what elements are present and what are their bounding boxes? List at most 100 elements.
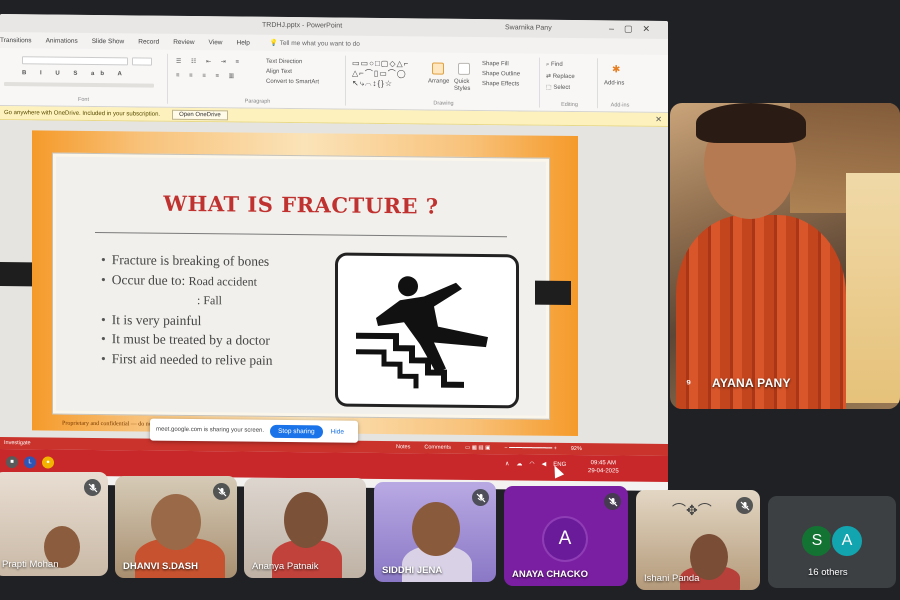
screen-share-banner: meet.google.com is sharing your screen. … [150, 418, 358, 443]
view-buttons[interactable]: ▭ ▦ ▤ ▣ [465, 445, 490, 451]
participant-face [412, 502, 460, 556]
font-name-box[interactable] [22, 56, 128, 66]
participant-tile[interactable]: DHANVI S.DASH [115, 476, 237, 578]
shared-screen[interactable]: TRDHJ.pptx - PowerPoint Swarnika Pany –▢… [0, 14, 668, 491]
featured-participant-tile[interactable]: ⁹ AYANA PANY [670, 103, 900, 409]
shape-fill[interactable]: Shape Fill [482, 61, 509, 67]
taskbar-clock[interactable]: 09:45 AM 29-04-2025 [588, 459, 619, 475]
shape-effects[interactable]: Shape Effects [482, 81, 519, 87]
participant-tile[interactable]: A ANAYA CHACKO [504, 486, 628, 586]
participant-name: DHANVI S.DASH [123, 561, 198, 572]
mic-off-icon [472, 489, 489, 506]
bullet-text: Occur due to: [111, 271, 186, 288]
status-left: Investigate [4, 440, 31, 447]
hide-banner-button[interactable]: Hide [331, 428, 344, 435]
taskbar-app-icon[interactable]: L [24, 456, 36, 469]
participant-face [151, 494, 201, 550]
convert-smartart[interactable]: Convert to SmartArt [266, 79, 319, 86]
slide-handle-right [535, 280, 571, 305]
falling-on-stairs-icon [335, 252, 519, 409]
chrome-icon[interactable]: ● [42, 456, 54, 469]
quick-styles-icon[interactable] [458, 62, 470, 75]
mic-off-icon [604, 493, 621, 510]
tab-review[interactable]: Review [173, 38, 194, 45]
shape-outline[interactable]: Shape Outline [482, 71, 520, 77]
participant-name: AYANA PANY [712, 376, 791, 390]
participant-tile[interactable]: Ananya Patnaik [244, 478, 366, 578]
background-window [846, 173, 900, 403]
bullet-item: It must be treated by a doctor [101, 329, 273, 350]
cloud-icon[interactable]: ☁ [516, 460, 522, 467]
paragraph-group: ☰ ☷ ⇤ ⇥ ≡ ≡ ≡ ≡ ≡ ▥ Text Direction Align… [170, 53, 346, 106]
tell-me-label: Tell me what you want to do [279, 39, 360, 48]
font-size-box[interactable] [132, 57, 152, 66]
replace-button[interactable]: ⇄ Replace [546, 73, 575, 80]
slide-canvas: WHAT IS FRACTURE ? Fracture is breaking … [0, 120, 668, 449]
shapes-gallery[interactable]: ▭▭○□▢◇△⌐ △⌐⌒▯▭⌒◯ ↖⤷⌒↕{}☆ [352, 59, 409, 90]
slide-content-frame: WHAT IS FRACTURE ? Fracture is breaking … [52, 152, 550, 420]
participant-name: ANAYA CHACKO [512, 569, 589, 580]
stop-sharing-button[interactable]: Stop sharing [270, 424, 323, 438]
replace-label: Replace [552, 73, 575, 81]
notes-button[interactable]: Notes [396, 444, 410, 450]
list-buttons[interactable]: ☰ ☷ ⇤ ⇥ ≡ [176, 58, 243, 66]
chevron-up-icon[interactable]: ∧ [505, 460, 509, 467]
open-onedrive-button[interactable]: Open OneDrive [172, 109, 228, 120]
participant-name: Ananya Patnaik [252, 561, 319, 572]
lightbulb-icon: 💡 [269, 39, 278, 47]
pin-icon[interactable]: ⁹ [686, 378, 691, 390]
tab-help[interactable]: Help [237, 39, 250, 46]
comments-button[interactable]: Comments [424, 444, 451, 450]
title-divider [95, 231, 507, 238]
cause-road-accident: Road accident [188, 273, 257, 289]
avatar: A [830, 524, 864, 558]
taskbar-app-icon[interactable]: ■ [6, 456, 18, 469]
participant-tile[interactable]: SIDDHI JENA [374, 482, 496, 582]
paragraph-group-label: Paragraph [244, 98, 271, 105]
zoom-level[interactable]: 92% [571, 446, 582, 452]
account-name[interactable]: Swarnika Pany [505, 24, 552, 31]
align-buttons[interactable]: ≡ ≡ ≡ ≡ ▥ [176, 72, 238, 80]
avatar: A [544, 518, 586, 560]
mic-off-icon [736, 497, 753, 514]
addins-button[interactable]: Add-ins [604, 80, 624, 86]
zoom-slider[interactable]: − ━━━━━━━━━━━━━ + [504, 445, 557, 452]
window-controls[interactable]: –▢✕ [609, 23, 660, 35]
tell-me-search[interactable]: 💡 Tell me what you want to do [270, 39, 360, 48]
quick-styles-button[interactable]: Quick Styles [454, 79, 476, 93]
text-direction[interactable]: Text Direction [266, 59, 302, 65]
tab-transitions[interactable]: Transitions [0, 37, 32, 44]
font-group: B I U S ab A Font [0, 52, 168, 104]
find-label: Find [551, 61, 563, 68]
close-icon[interactable]: ✕ [655, 115, 662, 124]
font-format-buttons[interactable]: B I U S ab A [22, 70, 128, 77]
speaker-icon[interactable]: ◀ [542, 461, 547, 468]
addins-group: ✱ Add-ins Add-ins [600, 58, 640, 108]
bullet-item: Occur due to: Road accident [101, 270, 273, 292]
wifi-icon[interactable]: ◠ [529, 461, 534, 468]
participant-hair [696, 103, 806, 143]
others-tile[interactable]: S A 16 others [768, 496, 896, 588]
slide-handle-left [0, 261, 32, 287]
tab-record[interactable]: Record [138, 38, 159, 45]
select-button[interactable]: ⬚ Select [546, 84, 570, 91]
align-text[interactable]: Align Text [266, 69, 292, 75]
others-count: 16 others [808, 567, 848, 578]
slide[interactable]: WHAT IS FRACTURE ? Fracture is breaking … [32, 130, 578, 437]
select-label: Select [553, 84, 571, 91]
slide-title: WHAT IS FRACTURE ? [163, 190, 439, 219]
search-icon: ⌕ [546, 61, 550, 68]
arrange-icon[interactable] [432, 62, 444, 75]
tab-view[interactable]: View [209, 39, 223, 46]
tab-animations[interactable]: Animations [46, 37, 78, 44]
find-button[interactable]: ⌕ Find [546, 62, 563, 69]
tab-slide-show[interactable]: Slide Show [92, 37, 125, 44]
arrange-button[interactable]: Arrange [428, 78, 449, 84]
mic-off-icon [84, 479, 101, 496]
drawing-group-label: Drawing [433, 100, 454, 107]
addins-icon[interactable]: ✱ [612, 64, 624, 76]
bullet-item: First aid needed to relive pain [101, 349, 273, 370]
participant-tile[interactable]: Prapti Mohan [0, 472, 108, 576]
cursor-icon: ⬚ [546, 84, 552, 91]
participant-tile[interactable]: ⌒✥⌒ Ishani Panda [636, 490, 760, 590]
